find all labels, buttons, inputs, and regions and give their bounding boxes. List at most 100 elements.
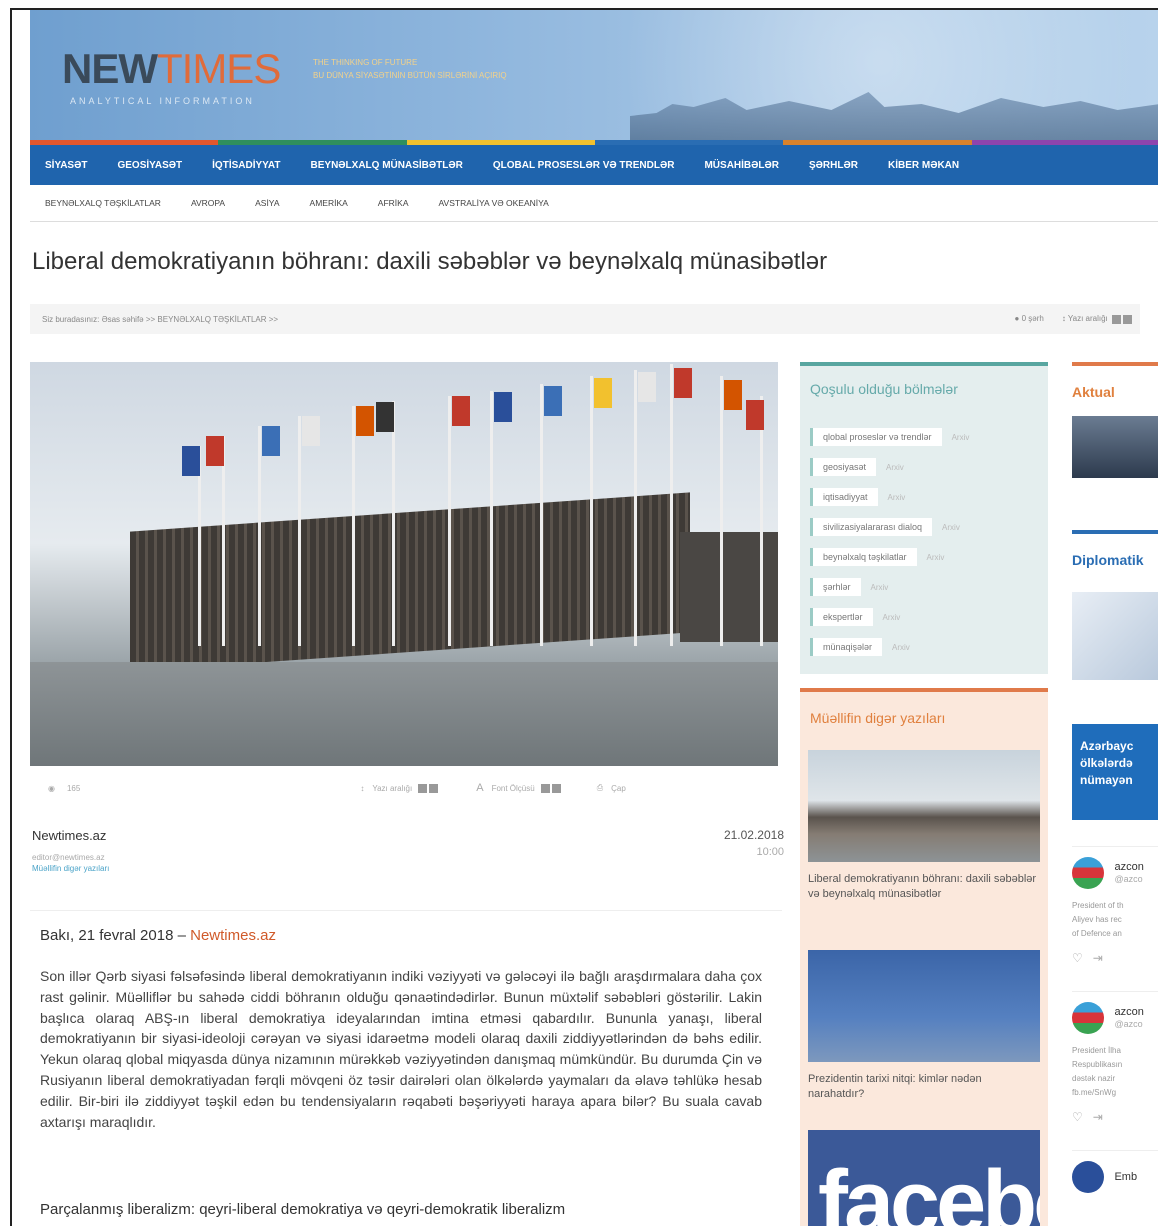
tweet-author[interactable]: azcon @azco (1114, 1006, 1143, 1030)
section-tag[interactable]: geosiyasət Arxiv (810, 456, 969, 478)
avatar[interactable] (1072, 1002, 1104, 1034)
archive-link[interactable]: Arxiv (927, 553, 945, 562)
section-tag[interactable]: iqtisadiyyat Arxiv (810, 486, 969, 508)
photo-building-side (680, 532, 778, 642)
print-label[interactable]: Çap (611, 784, 626, 793)
site-logo[interactable]: NEWTIMES (62, 48, 281, 90)
archive-link[interactable]: Arxiv (871, 583, 889, 592)
subnav-item-afrika[interactable]: AFRİKA (363, 198, 424, 208)
nav-item-beynelxalq[interactable]: BEYNƏLXALQ MÜNASİBƏTLƏR (296, 160, 478, 171)
share-icon[interactable]: ⇥ (1093, 1110, 1103, 1124)
tweet-text-line[interactable]: fb.me/SnWg (1072, 1086, 1158, 1100)
tweet-text-line: Respublikasın (1072, 1060, 1123, 1069)
flag (262, 426, 280, 456)
subnav-item-amerika[interactable]: AMERİKA (295, 198, 363, 208)
breadcrumb[interactable]: Siz buradasınız: Əsas səhifə >> BEYNƏLXA… (30, 315, 278, 324)
nav-item-qlobal[interactable]: QLOBAL PROSESLƏR VƏ TRENDLƏR (478, 160, 690, 171)
flag-pole (720, 376, 723, 646)
flag (182, 446, 200, 476)
author-article-card[interactable]: Prezidentin tarixi nitqi: kimlər nədən n… (808, 950, 1040, 1102)
aktual-thumbnail[interactable] (1072, 416, 1158, 478)
article-caption[interactable]: Prezidentin tarixi nitqi: kimlər nədən n… (808, 1072, 1040, 1102)
share-icon[interactable]: ⇥ (1093, 951, 1103, 965)
author-article-card[interactable]: Liberal demokratiyanın böhranı: daxili s… (808, 750, 1040, 902)
archive-link[interactable]: Arxiv (942, 523, 960, 532)
nav-item-iqtisadiyyat[interactable]: İQTİSADİYYAT (197, 160, 295, 171)
aktual-title[interactable]: Aktual (1072, 384, 1158, 400)
plus-icon[interactable] (551, 783, 561, 793)
archive-link[interactable]: Arxiv (883, 613, 901, 622)
minus-icon[interactable] (418, 783, 428, 793)
subnav-item-teskilatlar[interactable]: BEYNƏLXALQ TƏŞKİLATLAR (30, 198, 176, 208)
article-tools: ● 0 şərh ↕ Yazı aralığı (1015, 314, 1141, 324)
section-tag[interactable]: beynəlxalq təşkilatlar Arxiv (810, 546, 969, 568)
subnav-item-avropa[interactable]: AVROPA (176, 198, 240, 208)
tagline: THE THINKING OF FUTURE BU DÜNYA SİYASƏTİ… (313, 56, 507, 82)
photo-toolbar: ◉ 165 ↕ Yazı aralığı A Font Ölçüsü ⎙ Çap (30, 770, 778, 806)
tweet-author[interactable]: azcon @azco (1114, 861, 1143, 885)
nav-item-geosiyaset[interactable]: GEOSİYASƏT (102, 160, 197, 171)
nav-item-kiber[interactable]: KİBER MƏKAN (873, 160, 974, 171)
section-tag[interactable]: sivilizasiyalararası dialoq Arxiv (810, 516, 969, 538)
flag-pole (760, 396, 763, 646)
section-tag[interactable]: qlobal proseslər və trendlər Arxiv (810, 426, 969, 448)
tweet-actions: ♡ ⇥ (1072, 951, 1158, 965)
tweet-text-line: Aliyev has rec (1072, 915, 1122, 924)
right-column: Aktual Diplomatik Azərbayc ölkələrdə nüm… (1072, 362, 1158, 1226)
facebook-banner[interactable]: facebook (808, 1130, 1040, 1226)
nav-item-serhler[interactable]: ŞƏRHLƏR (794, 160, 873, 171)
tweet-text-line: dəstək nazir (1072, 1074, 1116, 1083)
publish-date: 21.02.2018 (723, 828, 784, 842)
font-size-control[interactable]: ↕ Yazı aralığı (1062, 314, 1132, 324)
comments-link[interactable]: ● 0 şərh (1015, 314, 1044, 323)
print-icon[interactable]: ⎙ (597, 783, 603, 793)
subnav-item-asiya[interactable]: ASİYA (240, 198, 294, 208)
eye-icon: ◉ (48, 783, 55, 793)
facebook-widget[interactable]: facebook (808, 1130, 1040, 1226)
article-thumbnail[interactable] (808, 750, 1040, 862)
section-tag-label: şərhlər (810, 578, 861, 596)
article-caption[interactable]: Liberal demokratiyanın böhranı: daxili s… (808, 872, 1040, 902)
dateline-source[interactable]: Newtimes.az (190, 927, 276, 944)
comment-count: 0 şərh (1021, 314, 1044, 324)
sub-nav: BEYNƏLXALQ TƏŞKİLATLAR AVROPA ASİYA AMER… (30, 185, 1158, 222)
heart-icon[interactable]: ♡ (1072, 1110, 1083, 1124)
flag-pole (670, 364, 673, 646)
archive-link[interactable]: Arxiv (892, 643, 910, 652)
photo-ground (30, 662, 778, 766)
section-tag[interactable]: münaqişələr Arxiv (810, 636, 969, 658)
flag-pole (298, 416, 301, 646)
plus-icon[interactable] (1123, 314, 1132, 324)
tweet-text: President İlha Respublikasın dəstək nazir f… (1072, 1044, 1158, 1100)
banner-line3: nümayən (1080, 773, 1133, 787)
sections-panel-title: Qoşulu olduğu bölmələr (810, 381, 958, 397)
tweet-name[interactable]: Emb (1114, 1171, 1137, 1183)
main-nav: SİYASƏT GEOSİYASƏT İQTİSADİYYAT BEYNƏLXA… (30, 145, 1158, 185)
subnav-item-avstraliya[interactable]: AVSTRALİYA VƏ OKEANİYA (424, 198, 564, 208)
section-tag[interactable]: ekspertlər Arxiv (810, 606, 969, 628)
minus-icon[interactable] (1112, 314, 1121, 324)
archive-link[interactable]: Arxiv (952, 433, 970, 442)
tweet-handle: @azco (1114, 874, 1143, 884)
archive-link[interactable]: Arxiv (888, 493, 906, 502)
author-more-link[interactable]: Müəllifin digər yazıları (32, 864, 784, 873)
section-tag[interactable]: şərhlər Arxiv (810, 576, 969, 598)
nav-item-siyaset[interactable]: SİYASƏT (30, 160, 102, 171)
plus-icon[interactable] (429, 783, 439, 793)
heart-icon[interactable]: ♡ (1072, 951, 1083, 965)
logo-subtitle: ANALYTICAL INFORMATION (70, 96, 255, 106)
banner-line2: ölkələrdə (1080, 756, 1133, 770)
tweet-text-line: of Defence an (1072, 929, 1122, 938)
avatar[interactable] (1072, 857, 1104, 889)
archive-link[interactable]: Arxiv (886, 463, 904, 472)
article-thumbnail[interactable] (808, 950, 1040, 1062)
flag (356, 406, 374, 436)
book-thumbnail[interactable] (1072, 592, 1158, 680)
article-body: Bakı, 21 fevral 2018 – Newtimes.az Son i… (30, 910, 782, 1226)
minus-icon[interactable] (540, 783, 550, 793)
nav-item-musahibeler[interactable]: MÜSAHİBƏLƏR (689, 160, 794, 171)
avatar[interactable] (1072, 1161, 1104, 1193)
diplomatik-title[interactable]: Diplomatik (1072, 530, 1158, 568)
promo-banner[interactable]: Azərbayc ölkələrdə nümayən (1072, 724, 1158, 820)
author-email[interactable]: editor@newtimes.az (32, 853, 784, 862)
